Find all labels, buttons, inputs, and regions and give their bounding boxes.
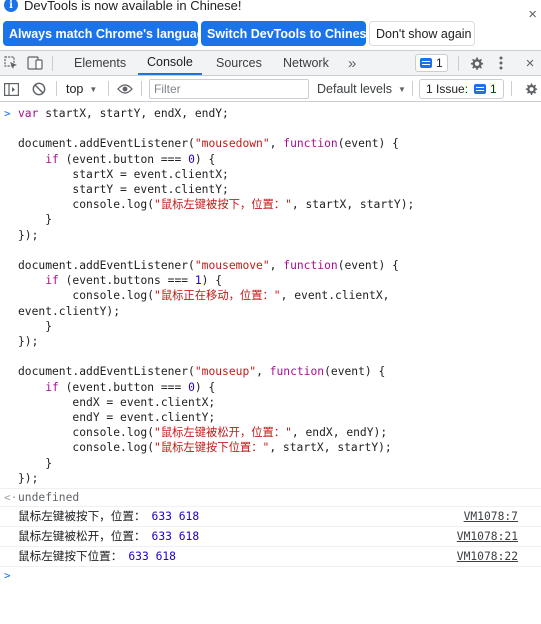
kebab-menu-icon[interactable] (494, 54, 508, 72)
messages-count: 1 (436, 56, 443, 70)
clear-console-icon[interactable] (30, 80, 48, 98)
issues-count: 1 (490, 82, 497, 96)
chevron-down-icon: ▼ (398, 84, 406, 94)
more-tabs-button[interactable]: » (348, 51, 356, 75)
toolbar-separator (108, 81, 109, 96)
settings-icon[interactable] (467, 54, 485, 72)
tab-elements[interactable]: Elements (74, 51, 126, 75)
tabbar-separator (52, 56, 53, 71)
tab-network[interactable]: Network (283, 51, 329, 75)
chevron-down-icon: ▼ (89, 84, 98, 94)
console-log-entry: 鼠标左键被松开，位置： 633 618 VM1078:21 (0, 527, 541, 548)
dont-show-again-button[interactable]: Don't show again (369, 21, 475, 46)
infobar-message-row: i DevTools is now available in Chinese! (4, 0, 242, 14)
switch-to-chinese-button[interactable]: Switch DevTools to Chinese (201, 21, 373, 46)
result-value: undefined (18, 491, 80, 505)
log-levels-dropdown[interactable]: Default levels ▼ (317, 80, 406, 98)
log-source-link[interactable]: VM1078:21 (457, 527, 518, 547)
console-toolbar: top ▼ Filter Default levels ▼ 1 Issue: 1 (0, 76, 541, 102)
log-values: 633 618 (151, 510, 200, 524)
log-levels-label: Default levels (317, 82, 393, 96)
filter-input[interactable]: Filter (149, 79, 309, 99)
sidebar-toggle-icon[interactable] (2, 80, 20, 98)
log-source-link[interactable]: VM1078:7 (464, 507, 518, 527)
empty-input-prompt: > (4, 569, 11, 583)
toolbar-separator (412, 81, 413, 96)
result-prompt: <· (4, 491, 18, 505)
tabbar-separator (458, 56, 459, 71)
messages-counter[interactable]: 1 (415, 54, 448, 72)
eye-icon[interactable] (116, 80, 134, 98)
console-settings-icon[interactable] (522, 80, 540, 98)
context-selector[interactable]: top ▼ (66, 80, 97, 98)
log-message: 鼠标左键被松开，位置： (18, 530, 146, 544)
tab-console[interactable]: Console (138, 51, 202, 75)
log-values: 633 618 (128, 550, 176, 564)
language-infobar: i DevTools is now available in Chinese! … (0, 0, 541, 50)
toolbar-separator (511, 81, 512, 96)
toolbar-separator (56, 81, 57, 96)
console-input-entry[interactable]: > var startX, startY, endX, endY; documen… (0, 103, 541, 490)
context-label: top (66, 82, 84, 96)
console-result-entry: <· undefined (0, 489, 541, 508)
issues-button[interactable]: 1 Issue: 1 (419, 79, 504, 99)
log-message: 鼠标左键被按下，位置： (18, 510, 146, 524)
input-prompt: > (4, 107, 11, 120)
console-log-entry: 鼠标左键被按下，位置： 633 618 VM1078:7 (0, 507, 541, 528)
device-toolbar-icon[interactable] (26, 54, 44, 72)
tab-sources[interactable]: Sources (216, 51, 262, 75)
issues-label: 1 Issue: (426, 82, 469, 96)
close-icon[interactable]: × (528, 7, 537, 22)
log-source-link[interactable]: VM1078:22 (457, 547, 518, 567)
log-values: 633 618 (151, 530, 200, 544)
info-icon: i (4, 0, 18, 12)
log-message: 鼠标左键按下位置： (18, 550, 123, 564)
console-log-entry: 鼠标左键按下位置： 633 618 VM1078:22 (0, 547, 541, 568)
console-prompt-input[interactable]: > (0, 567, 541, 587)
match-language-button[interactable]: Always match Chrome's language (3, 21, 211, 46)
infobar-message: DevTools is now available in Chinese! (24, 0, 242, 13)
toolbar-separator (141, 81, 142, 96)
message-icon (420, 58, 432, 68)
issue-icon (474, 84, 487, 94)
devtools-tabbar: Elements Console Sources Network » 1 × (0, 50, 541, 76)
inspect-icon[interactable] (2, 54, 20, 72)
close-devtools-icon[interactable]: × (522, 54, 538, 72)
console-output[interactable]: > var startX, startY, endX, endY; documen… (0, 103, 541, 587)
